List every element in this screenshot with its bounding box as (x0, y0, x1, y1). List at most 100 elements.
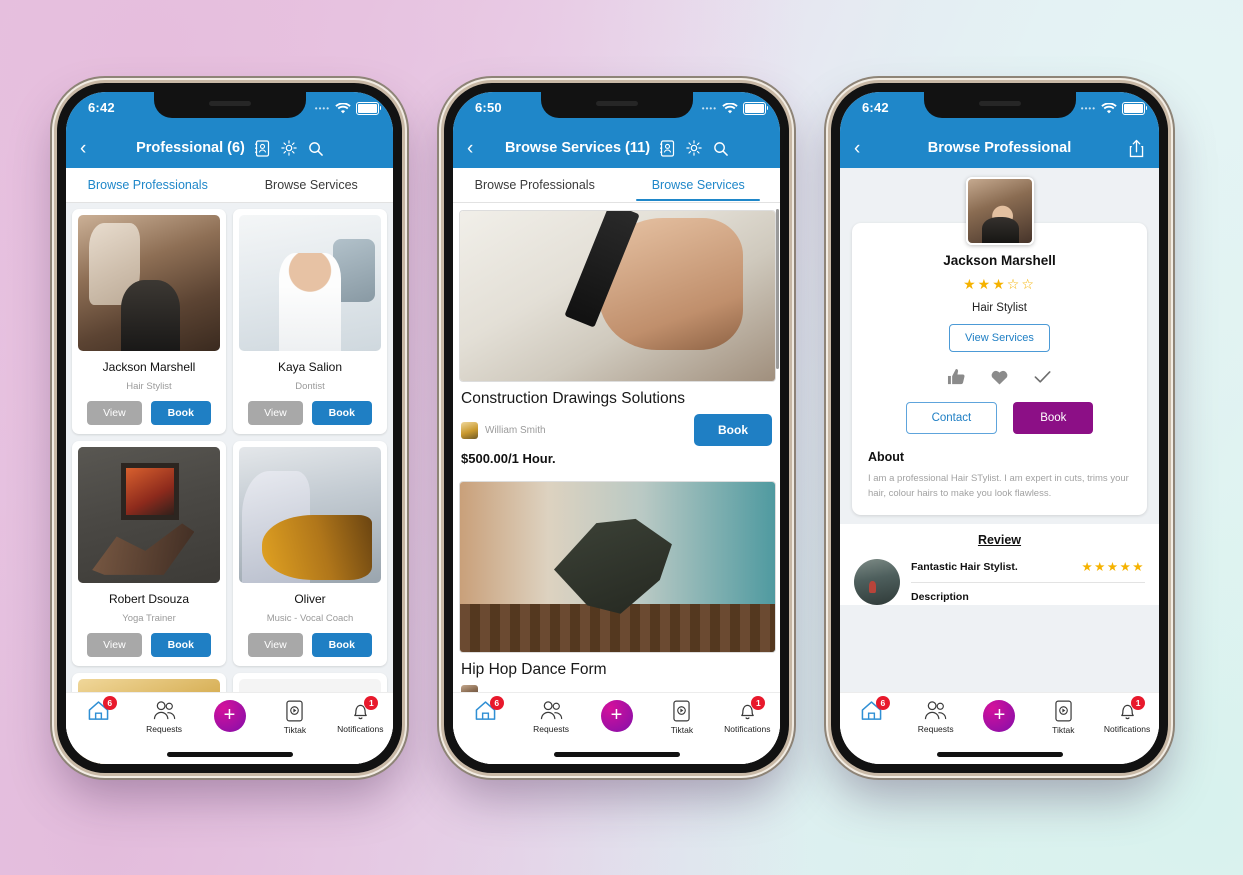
contact-button[interactable]: Contact (905, 402, 998, 434)
plus-icon[interactable]: + (983, 700, 1016, 732)
phone-3-screen: 6:42 •••• ‹ Browse Professional Jackson … (840, 92, 1159, 764)
heart-icon[interactable] (990, 368, 1009, 386)
notch (540, 92, 693, 118)
profile-page[interactable]: Jackson Marshell ★★★☆☆ Hair Stylist View… (840, 168, 1159, 730)
professional-photo (78, 215, 220, 351)
book-button[interactable]: Book (150, 633, 211, 657)
nav-tiktak[interactable]: Tiktak (649, 700, 714, 735)
nav-notifications[interactable]: 1 Notifications (328, 696, 393, 734)
view-services-button[interactable]: View Services (949, 324, 1050, 352)
nav-home[interactable]: 6 (66, 696, 131, 724)
home-indicator (936, 752, 1063, 757)
view-button[interactable]: View (87, 401, 142, 425)
plus-icon[interactable]: + (213, 700, 246, 732)
nav-add[interactable]: + (197, 700, 262, 732)
home-badge: 6 (102, 696, 117, 710)
nav-home[interactable]: 6 (840, 696, 904, 724)
nav-notifications-label: Notifications (1103, 724, 1151, 734)
about-text: I am a professional Hair STylist. I am e… (868, 473, 1129, 499)
professional-role: Music - Vocal Coach (266, 613, 354, 624)
service-title: Construction Drawings Solutions (461, 390, 685, 407)
nav-requests-label: Requests (917, 724, 954, 734)
phone-1-screen: 6:42 •••• ‹ Professional (6) Browse Prof… (66, 92, 393, 764)
status-time: 6:50 (475, 100, 502, 115)
service-photo (459, 481, 776, 653)
professional-card[interactable]: Robert Dsouza Yoga Trainer View Book (72, 441, 226, 666)
nav-add[interactable]: + (968, 700, 1032, 732)
service-card[interactable]: Hip Hop Dance Form (459, 474, 776, 702)
phone-2-screen: 6:50 •••• ‹ Browse Services (11) Browse … (453, 92, 780, 764)
poster-stage: 6:42 •••• ‹ Professional (6) Browse Prof… (0, 0, 1243, 875)
avatar (965, 177, 1034, 245)
signal-dots-icon: •••• (1080, 104, 1096, 113)
service-photo (459, 210, 776, 382)
wifi-icon (1101, 102, 1117, 113)
nav-home[interactable]: 6 (453, 696, 518, 724)
tab-browse-professionals[interactable]: Browse Professionals (453, 178, 617, 192)
nav-add[interactable]: + (584, 700, 649, 732)
view-button[interactable]: View (248, 633, 303, 657)
nav-tiktak[interactable]: Tiktak (262, 700, 327, 735)
home-indicator (166, 752, 293, 757)
rating-stars: ★★★☆☆ (963, 276, 1036, 292)
home-badge: 6 (875, 696, 890, 710)
professional-card[interactable]: Oliver Music - Vocal Coach View Book (233, 441, 387, 666)
back-button[interactable]: ‹ (854, 139, 874, 158)
professional-name: Kaya Salion (277, 360, 343, 374)
book-button[interactable]: Book (150, 401, 211, 425)
video-phone-icon (286, 700, 304, 722)
nav-requests[interactable]: Requests (518, 700, 583, 734)
service-card[interactable]: Construction Drawings Solutions William … (459, 203, 776, 466)
professionals-list[interactable]: Jackson Marshell Hair Stylist View Book … (66, 203, 393, 764)
check-icon[interactable] (1033, 368, 1052, 386)
back-button[interactable]: ‹ (467, 139, 487, 158)
phone-1: 6:42 •••• ‹ Professional (6) Browse Prof… (57, 83, 402, 773)
view-button[interactable]: View (87, 633, 142, 657)
nav-requests[interactable]: Requests (904, 700, 968, 734)
thumbs-up-icon[interactable] (947, 368, 966, 386)
tab-browse-professionals[interactable]: Browse Professionals (66, 178, 230, 192)
professional-card[interactable]: Kaya Salion Dontist View Book (233, 209, 387, 434)
book-button[interactable]: Book (694, 414, 772, 446)
scrollbar[interactable] (776, 209, 779, 369)
share-icon[interactable] (1128, 139, 1145, 158)
gear-icon[interactable] (281, 140, 297, 156)
nav-tiktak-label: Tiktak (283, 725, 307, 735)
professional-card[interactable]: Jackson Marshell Hair Stylist View Book (72, 209, 226, 434)
professional-photo (239, 215, 381, 351)
contacts-book-icon[interactable] (254, 139, 270, 157)
plus-icon[interactable]: + (600, 700, 633, 732)
tab-browse-services[interactable]: Browse Services (230, 178, 394, 192)
review-section: Review Fantastic Hair Stylist. ★★★★★ Des… (840, 524, 1159, 606)
battery-full-icon (356, 102, 382, 115)
divider (911, 582, 1145, 584)
home-badge: 6 (489, 696, 504, 710)
nav-notifications[interactable]: 1 Notifications (715, 696, 780, 734)
tab-bar: Browse Professionals Browse Services (66, 168, 393, 203)
back-button[interactable]: ‹ (80, 139, 100, 158)
search-icon[interactable] (713, 141, 728, 156)
contacts-book-icon[interactable] (659, 139, 675, 157)
nav-tiktak[interactable]: Tiktak (1031, 700, 1095, 735)
review-item: Fantastic Hair Stylist. ★★★★★ Descriptio… (854, 559, 1145, 606)
home-indicator (553, 752, 680, 757)
search-icon[interactable] (308, 141, 323, 156)
nav-notifications[interactable]: 1 Notifications (1095, 696, 1159, 734)
signal-dots-icon: •••• (701, 104, 717, 113)
page-title: Professional (6) (136, 140, 245, 156)
gear-icon[interactable] (686, 140, 702, 156)
services-list[interactable]: Construction Drawings Solutions William … (453, 203, 780, 764)
book-button[interactable]: Book (1013, 402, 1094, 434)
review-description-label: Description (911, 591, 969, 604)
book-button[interactable]: Book (311, 633, 372, 657)
reviewer-avatar (854, 559, 900, 606)
tab-browse-services[interactable]: Browse Services (617, 178, 781, 201)
people-icon (540, 701, 562, 720)
status-indicators: •••• (701, 102, 769, 115)
reaction-row (866, 368, 1133, 386)
author-avatar (461, 421, 478, 439)
signal-dots-icon: •••• (314, 104, 330, 113)
book-button[interactable]: Book (311, 401, 372, 425)
view-button[interactable]: View (248, 401, 303, 425)
nav-requests[interactable]: Requests (131, 700, 196, 734)
